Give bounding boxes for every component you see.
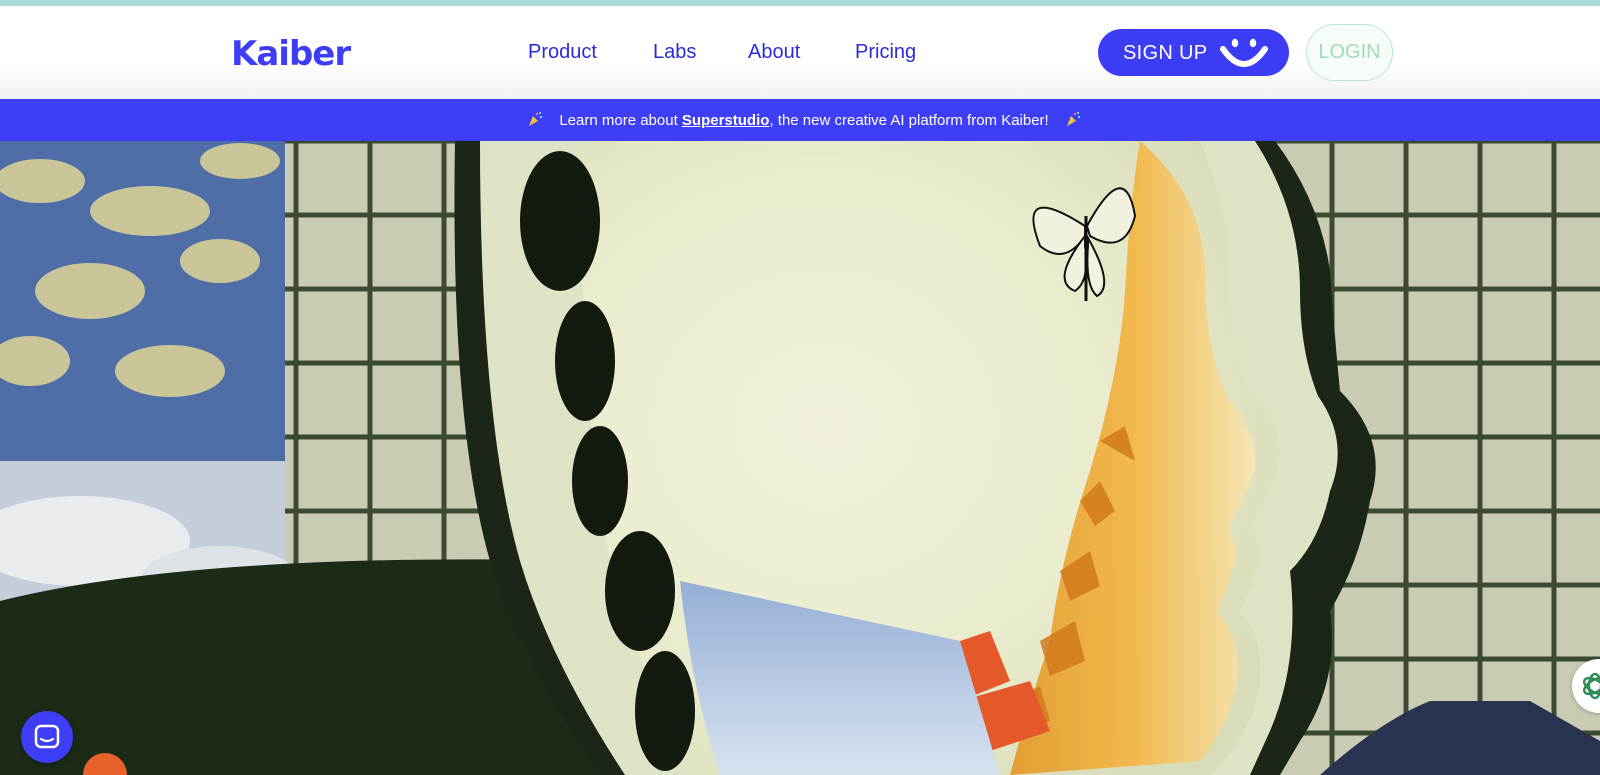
hero-artwork bbox=[0, 141, 1600, 775]
kaiber-logo[interactable]: Kaiber bbox=[231, 34, 351, 74]
party-popper-icon bbox=[529, 112, 543, 126]
nav-link-product[interactable]: Product bbox=[528, 41, 597, 64]
smile-icon bbox=[1220, 38, 1268, 67]
party-popper-icon bbox=[1067, 112, 1081, 126]
banner-superstudio-link[interactable]: Superstudio bbox=[682, 112, 770, 129]
login-button[interactable]: LOGIN bbox=[1306, 24, 1393, 81]
site-header: Kaiber Product Labs About Pricing SIGN U… bbox=[0, 6, 1600, 99]
openai-logo-icon bbox=[1582, 672, 1600, 700]
nav-link-labs[interactable]: Labs bbox=[653, 41, 696, 64]
hero-image bbox=[0, 141, 1600, 775]
sign-up-label: SIGN UP bbox=[1123, 42, 1208, 64]
chat-launcher-button[interactable] bbox=[21, 711, 73, 763]
nav-link-pricing[interactable]: Pricing bbox=[855, 41, 916, 64]
nav-link-about[interactable]: About bbox=[748, 41, 800, 64]
chat-bubble-icon bbox=[34, 724, 60, 749]
announcement-banner: Learn more about Superstudio, the new cr… bbox=[0, 99, 1600, 141]
banner-text-suffix: , the new creative AI platform from Kaib… bbox=[769, 112, 1049, 129]
banner-text-prefix: Learn more about bbox=[559, 112, 682, 129]
sign-up-button[interactable]: SIGN UP bbox=[1098, 29, 1289, 76]
